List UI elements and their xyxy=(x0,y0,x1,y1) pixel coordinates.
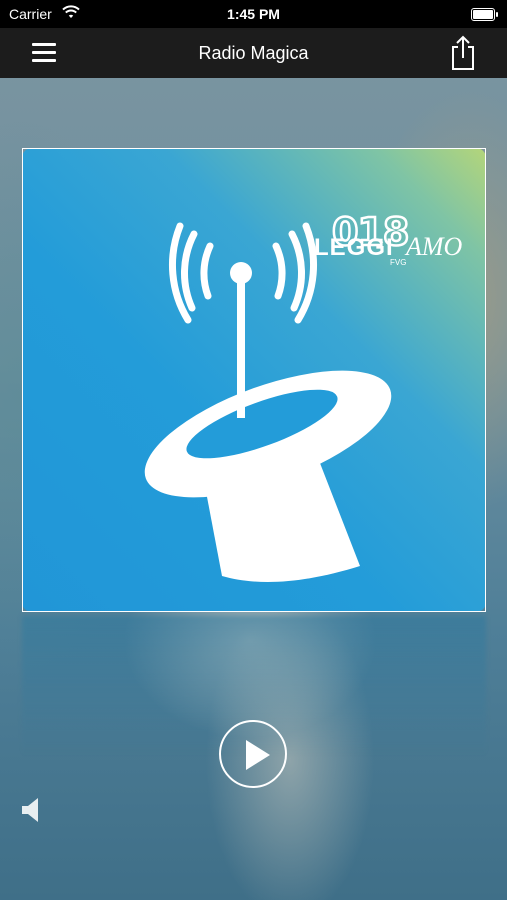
play-icon xyxy=(246,740,270,770)
clock: 1:45 PM xyxy=(227,6,280,22)
navigation-bar: Radio Magica xyxy=(0,28,507,78)
status-bar: Carrier 1:45 PM xyxy=(0,0,507,28)
logo-region: FVG xyxy=(390,258,407,267)
logo-word-leggi: LEGGI xyxy=(314,234,394,261)
play-button[interactable] xyxy=(219,720,287,788)
share-icon[interactable] xyxy=(449,34,477,72)
station-artwork: 018 LEGGI AMO FVG xyxy=(22,148,486,612)
logo-word-amo: AMO xyxy=(406,232,463,261)
magic-hat-radio-icon xyxy=(144,222,392,582)
page-title: Radio Magica xyxy=(198,43,309,63)
battery-icon xyxy=(471,8,498,21)
speaker-icon[interactable] xyxy=(20,796,44,824)
